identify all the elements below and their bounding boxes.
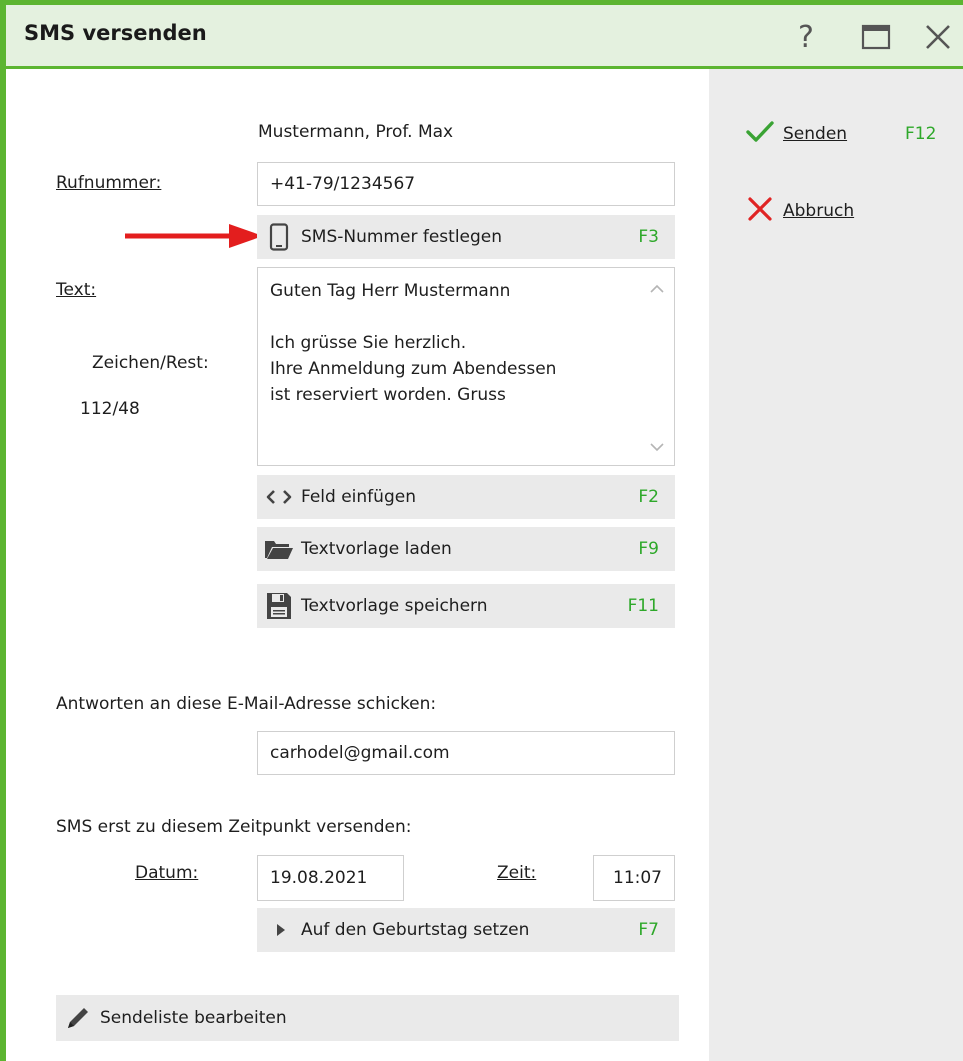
action-sidebar: Senden F12 Abbruch — [709, 69, 963, 1061]
load-template-label: Textvorlage laden — [301, 539, 452, 559]
x-icon — [745, 196, 775, 227]
reply-email-input[interactable]: carhodel@gmail.com — [257, 731, 675, 775]
char-counter-value: 112/48 — [80, 399, 140, 419]
send-label: Senden — [783, 124, 848, 144]
text-scrollbar[interactable] — [640, 268, 674, 465]
pencil-icon — [60, 996, 96, 1040]
send-fkey: F12 — [905, 124, 937, 144]
scroll-down-icon[interactable] — [650, 440, 664, 456]
reply-email-label: Antworten an diese E-Mail-Adresse schick… — [56, 694, 437, 714]
insert-field-label: Feld einfügen — [301, 487, 416, 507]
phone-icon — [261, 215, 297, 259]
maximize-icon[interactable] — [854, 15, 898, 59]
phone-input[interactable]: +41-79/1234567 — [257, 162, 675, 206]
folder-icon — [261, 527, 297, 571]
triangle-right-icon — [271, 908, 291, 952]
window-title: SMS versenden — [24, 21, 207, 45]
sms-number-fkey: F3 — [638, 227, 659, 247]
title-bar: SMS versenden ? — [6, 5, 963, 69]
sms-text-content[interactable]: Guten Tag Herr Mustermann Ich grüsse Sie… — [270, 278, 630, 408]
save-template-fkey: F11 — [627, 596, 659, 616]
date-input[interactable]: 19.08.2021 — [257, 855, 404, 901]
edit-sendlist-label: Sendeliste bearbeiten — [100, 1008, 287, 1028]
code-icon — [261, 475, 297, 519]
scroll-up-icon[interactable] — [650, 282, 664, 298]
save-icon — [261, 584, 297, 628]
close-icon[interactable] — [916, 15, 960, 59]
load-template-button[interactable]: Textvorlage laden F9 — [257, 527, 675, 571]
time-label: Zeit: — [497, 863, 537, 883]
sms-number-label: SMS-Nummer festlegen — [301, 227, 503, 247]
window-frame-left — [0, 0, 6, 1061]
cancel-label: Abbruch — [783, 201, 855, 221]
red-arrow-icon — [125, 224, 263, 248]
send-button[interactable]: Senden F12 — [745, 114, 936, 154]
schedule-label: SMS erst zu diesem Zeitpunkt versenden: — [56, 817, 412, 837]
char-counter-label: Zeichen/Rest: — [92, 353, 209, 373]
insert-field-fkey: F2 — [638, 487, 659, 507]
time-input[interactable]: 11:07 — [593, 855, 675, 901]
phone-label: Rufnummer: — [56, 173, 162, 193]
load-template-fkey: F9 — [638, 539, 659, 559]
checkmark-icon — [745, 120, 775, 149]
sms-text-area[interactable]: Guten Tag Herr Mustermann Ich grüsse Sie… — [257, 267, 675, 466]
birthday-fkey: F7 — [638, 920, 659, 940]
date-label: Datum: — [135, 863, 199, 883]
sms-number-button[interactable]: SMS-Nummer festlegen F3 — [257, 215, 675, 259]
sms-dialog: SMS versenden ? Senden F12 Abbruch Muste… — [0, 0, 963, 1061]
insert-field-button[interactable]: Feld einfügen F2 — [257, 475, 675, 519]
recipient-name: Mustermann, Prof. Max — [258, 122, 454, 142]
birthday-button[interactable]: Auf den Geburtstag setzen F7 — [257, 908, 675, 952]
save-template-button[interactable]: Textvorlage speichern F11 — [257, 584, 675, 628]
help-icon[interactable]: ? — [784, 15, 828, 59]
cancel-button[interactable]: Abbruch — [745, 191, 854, 231]
save-template-label: Textvorlage speichern — [301, 596, 488, 616]
edit-sendlist-button[interactable]: Sendeliste bearbeiten — [56, 995, 679, 1041]
text-label: Text: — [56, 280, 97, 300]
birthday-label: Auf den Geburtstag setzen — [301, 920, 530, 940]
